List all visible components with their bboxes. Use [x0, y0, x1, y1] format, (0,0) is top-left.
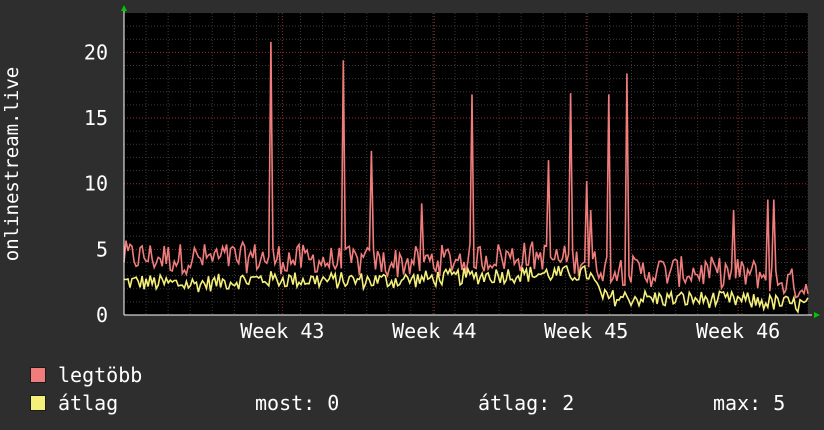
legend-swatch-avg [30, 395, 46, 411]
stat-maximum: max: 5 [713, 391, 786, 415]
legend-label-avg: átlag [58, 391, 119, 415]
y-tick-label: 10 [84, 172, 108, 196]
x-tick-label: Week 44 [392, 319, 476, 343]
legend-label-max: legtöbb [58, 363, 143, 387]
y-axis-label: onlinestream.live [1, 66, 23, 262]
x-tick-label: Week 43 [240, 319, 324, 343]
stat-average: átlag: 2 [478, 391, 575, 415]
legend-item-avg: átlag [30, 392, 118, 414]
x-tick-label: Week 45 [544, 319, 628, 343]
legend-swatch-max [30, 367, 46, 383]
y-tick-label: 20 [84, 40, 108, 64]
y-axis-arrow [121, 5, 127, 11]
stat-current: most: 0 [255, 391, 340, 415]
y-tick-label: 5 [96, 237, 108, 261]
legend-item-max: legtöbb [30, 364, 142, 386]
y-tick-label: 15 [84, 106, 108, 130]
x-axis-arrow [814, 312, 820, 318]
y-tick-label: 0 [96, 303, 108, 327]
x-tick-label: Week 46 [696, 319, 780, 343]
